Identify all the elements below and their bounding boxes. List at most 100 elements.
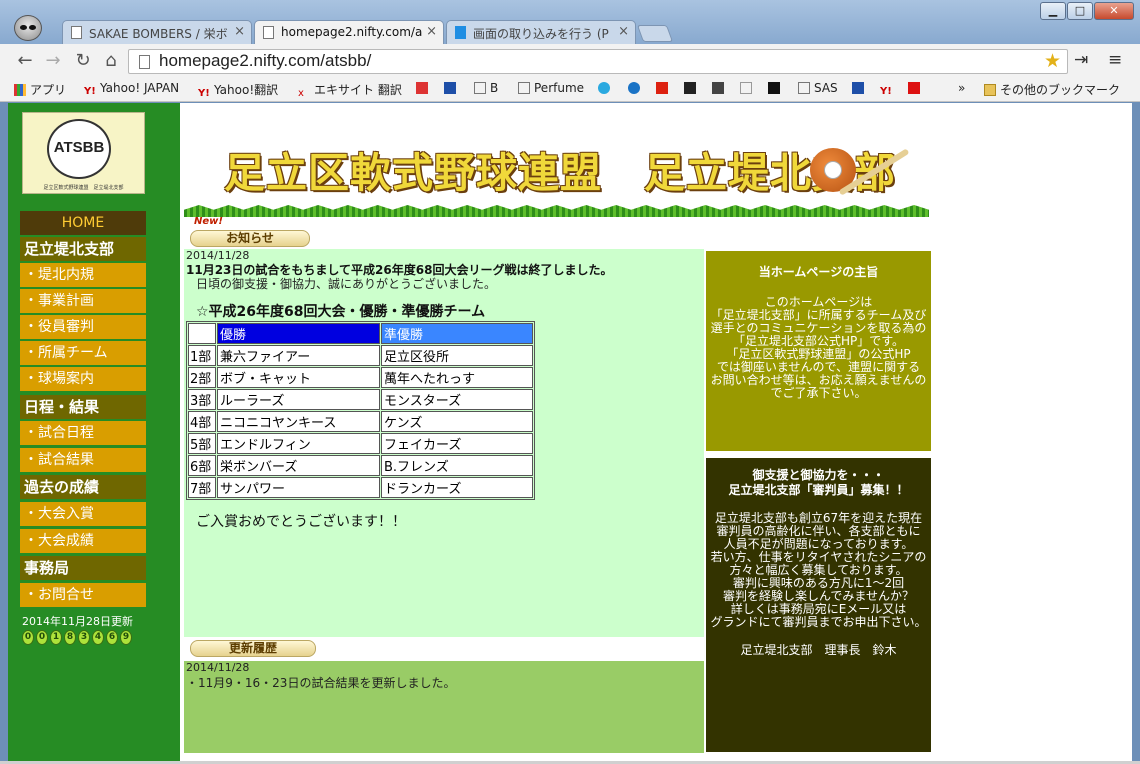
close-window-button[interactable]: ✕ xyxy=(1094,2,1134,20)
bookmark-youtube[interactable] xyxy=(656,81,672,95)
baseball-icon xyxy=(824,161,842,179)
tab-close-icon[interactable]: × xyxy=(618,24,629,39)
bookmark-w2[interactable] xyxy=(852,81,868,95)
counter-digit: 0 xyxy=(22,630,34,645)
minimize-button[interactable]: ▁ xyxy=(1040,2,1066,20)
table-row: 7部 サンパワー ドランカーズ xyxy=(188,477,533,498)
folder-icon xyxy=(984,84,996,96)
extension-icon[interactable]: ⇥ xyxy=(1074,50,1088,70)
nav-home[interactable]: HOME xyxy=(20,211,146,235)
home-icon[interactable]: ⌂ xyxy=(100,50,122,72)
reload-icon[interactable]: ↻ xyxy=(72,50,94,72)
division-cell: 3部 xyxy=(188,389,216,410)
nav-item[interactable]: ・所属チーム xyxy=(20,341,146,365)
tv-icon xyxy=(768,82,780,94)
nav-item[interactable]: ・役員審判 xyxy=(20,315,146,339)
nav-section-head[interactable]: 日程・結果 xyxy=(20,395,146,419)
mail-icon xyxy=(740,82,752,94)
division-cell: 5部 xyxy=(188,433,216,454)
division-cell: 4部 xyxy=(188,411,216,432)
page-viewport: ATSBB 足立区軟式野球連盟 足立堤北支部 HOME 足立堤北支部 ・堤北内規… xyxy=(8,103,1132,764)
bookmark-dark[interactable] xyxy=(712,81,728,95)
table-row: 5部 エンドルフィン フェイカーズ xyxy=(188,433,533,454)
bookmark-mail[interactable] xyxy=(740,81,756,95)
bookmark-w[interactable] xyxy=(444,81,460,95)
recruit-signature: 足立堤北支部 理事長 鈴木 xyxy=(740,643,897,657)
tab-atsbb[interactable]: homepage2.nifty.com/a × xyxy=(254,20,444,44)
nav-item[interactable]: ・事業計画 xyxy=(20,289,146,313)
bookmark-y[interactable]: Y! xyxy=(880,81,896,98)
bookmark-twitter[interactable] xyxy=(598,81,614,95)
bookmark-red[interactable] xyxy=(908,81,924,95)
bookmark-g[interactable] xyxy=(416,81,432,95)
bookmark-tv[interactable] xyxy=(768,81,784,95)
nav-section-head[interactable]: 事務局 xyxy=(20,556,146,580)
forward-arrow-icon[interactable]: → xyxy=(42,50,64,72)
nav-item[interactable]: ・球場案内 xyxy=(20,367,146,391)
bookmark-blue[interactable] xyxy=(628,81,644,95)
menu-icon[interactable]: ≡ xyxy=(1108,50,1122,70)
bookmark-excite[interactable]: x エキサイト 翻訳 xyxy=(298,81,402,100)
bookmark-label: エキサイト 翻訳 xyxy=(314,83,402,97)
bookmark-u[interactable] xyxy=(684,81,700,95)
bookmark-apps[interactable]: アプリ xyxy=(14,81,66,98)
bookmarks-overflow[interactable]: » xyxy=(958,81,965,95)
division-cell: 6部 xyxy=(188,455,216,476)
site-logo[interactable]: ATSBB 足立区軟式野球連盟 足立堤北支部 xyxy=(22,112,145,194)
apps-icon xyxy=(14,84,26,96)
counter-digit: 1 xyxy=(50,630,62,645)
site-banner: 足立区軟式野球連盟 足立堤北支部 xyxy=(184,121,929,217)
nav-item[interactable]: ・大会成績 xyxy=(20,529,146,553)
nav-item[interactable]: ・堤北内規 xyxy=(20,263,146,287)
bookmark-label: Yahoo! JAPAN xyxy=(100,81,180,95)
winner-cell: 兼六ファイアー xyxy=(217,345,380,366)
new-tab-button[interactable] xyxy=(636,25,674,42)
address-bar[interactable]: homepage2.nifty.com/atsbb/ ★ xyxy=(128,49,1068,74)
winner-cell: 栄ボンバーズ xyxy=(217,455,380,476)
counter-digit: 3 xyxy=(78,630,90,645)
nav-item[interactable]: ・大会入賞 xyxy=(20,502,146,526)
nav-item[interactable]: ・お問合せ xyxy=(20,583,146,607)
u-icon xyxy=(684,82,696,94)
tab-screen-capture[interactable]: 画面の取り込みを行う (P × xyxy=(446,20,636,44)
bookmark-star-icon[interactable]: ★ xyxy=(1044,50,1061,72)
news-label: お知らせ xyxy=(190,230,310,247)
bookmark-b[interactable]: B xyxy=(474,81,498,95)
table-header-cell: 優勝 xyxy=(217,323,380,344)
nav-section-head[interactable]: 足立堤北支部 xyxy=(20,237,146,261)
square-icon xyxy=(908,82,920,94)
back-arrow-icon[interactable]: ← xyxy=(14,50,36,72)
division-cell: 1部 xyxy=(188,345,216,366)
bookmark-other-folder[interactable]: その他のブックマーク xyxy=(984,81,1120,98)
bookmark-yahoo-translate[interactable]: Y! Yahoo!翻訳 xyxy=(198,81,278,100)
recruit-heading: 御支援と御協力を・・・ 足立堤北支部「審判員」募集！！ xyxy=(728,468,909,497)
yahoo-icon: Y! xyxy=(198,88,210,99)
tab-close-icon[interactable]: × xyxy=(426,24,437,39)
bookmark-perfume[interactable]: Perfume xyxy=(518,81,584,95)
runner-up-cell: ドランカーズ xyxy=(381,477,533,498)
nav-item[interactable]: ・試合日程 xyxy=(20,421,146,445)
runner-up-cell: ケンズ xyxy=(381,411,533,432)
bookmark-label: アプリ xyxy=(30,83,67,97)
tab-sakae-bombers[interactable]: SAKAE BOMBERS / 栄ボ × xyxy=(62,20,252,44)
updates-label: 更新履歴 xyxy=(190,640,316,657)
visitor-counter: 0 0 1 8 3 4 6 9 xyxy=(22,630,132,645)
bookmark-sas[interactable]: SAS xyxy=(798,81,838,95)
news-thanks: 日頃の御支援・御協力、誠にありがとうございました。 xyxy=(196,277,497,291)
bookmark-label: Perfume xyxy=(534,81,585,95)
nav-item[interactable]: ・試合結果 xyxy=(20,448,146,472)
winner-cell: ルーラーズ xyxy=(217,389,380,410)
maximize-button[interactable]: □ xyxy=(1067,2,1093,20)
nav-section-head[interactable]: 過去の成績 xyxy=(20,475,146,499)
url-text[interactable]: homepage2.nifty.com/atsbb/ xyxy=(159,51,371,71)
browser-user-icon[interactable] xyxy=(14,15,42,41)
table-row: 2部 ボブ・キャット 萬年へたれっす xyxy=(188,367,533,388)
tab-close-icon[interactable]: × xyxy=(234,24,245,39)
counter-digit: 9 xyxy=(120,630,132,645)
tab-title: SAKAE BOMBERS / 栄ボ xyxy=(89,27,228,41)
page-icon xyxy=(263,26,274,39)
bookmark-yahoo-japan[interactable]: Y! Yahoo! JAPAN xyxy=(84,81,179,98)
browser-toolbar: ← → ↻ ⌂ homepage2.nifty.com/atsbb/ ★ ⇥ ≡ xyxy=(0,44,1140,78)
page-icon xyxy=(798,82,810,94)
page-icon xyxy=(139,55,150,69)
